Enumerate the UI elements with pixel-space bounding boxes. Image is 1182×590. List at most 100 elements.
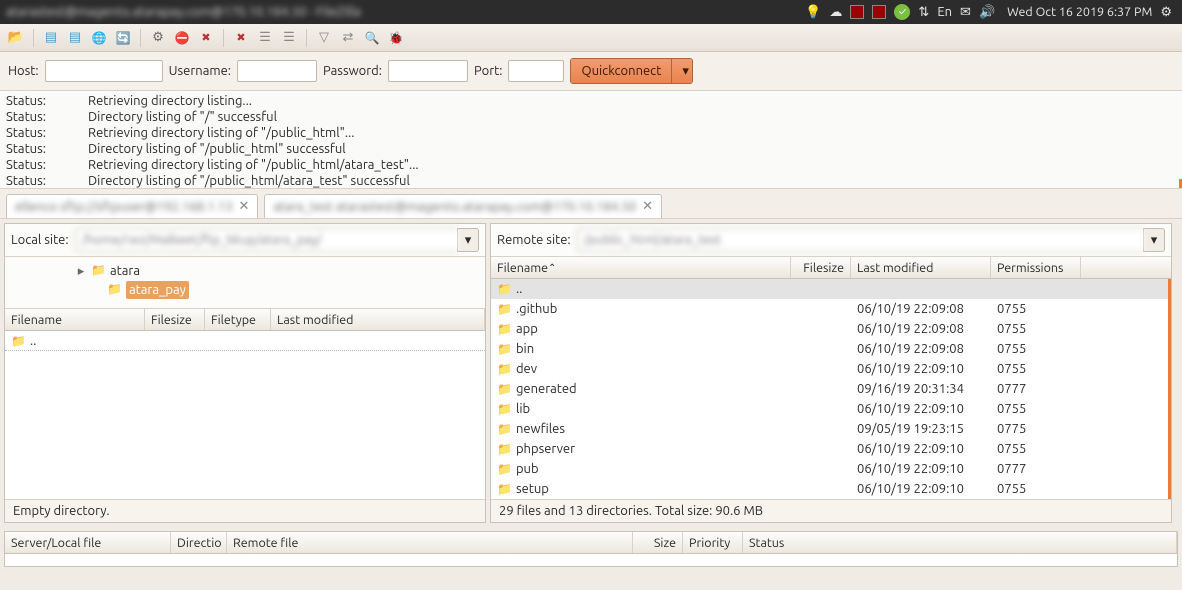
list-item[interactable]: .. [5, 331, 485, 351]
tray-network-icon[interactable]: ⇅ [918, 5, 929, 20]
close-icon[interactable]: ✕ [239, 199, 250, 214]
folder-icon [497, 422, 512, 436]
remote-site-label: Remote site: [497, 233, 571, 247]
col-direction[interactable]: Directio [171, 532, 227, 553]
refresh-button[interactable] [113, 28, 133, 48]
system-menubar: atarastest@magento.atarapay.com@170.10.1… [0, 0, 1182, 24]
folder-icon [497, 382, 512, 396]
disconnect-button[interactable] [196, 28, 216, 48]
list-item[interactable]: pub06/10/19 22:09:100777 [491, 459, 1171, 479]
local-pane: Local site: ▾ ▸atara atara_pay Filename … [4, 223, 486, 523]
list-item[interactable]: .github06/10/19 22:09:080755 [491, 299, 1171, 319]
process-queue-button[interactable] [148, 28, 168, 48]
col-filesize[interactable]: Filesize [791, 257, 851, 278]
col-status[interactable]: Status [743, 532, 1177, 553]
tray-mail-icon[interactable]: ✉ [960, 5, 971, 20]
local-path-dropdown[interactable]: ▾ [457, 228, 479, 252]
tree-item[interactable]: atara [110, 262, 140, 280]
local-tree[interactable]: ▸atara atara_pay [5, 257, 485, 309]
col-priority[interactable]: Priority [683, 532, 743, 553]
tray-gear-icon[interactable]: ⚙ [1160, 5, 1172, 20]
remote-file-list[interactable]: ...github06/10/19 22:09:080755app06/10/1… [491, 279, 1171, 499]
local-status: Empty directory. [5, 499, 485, 522]
tray-indicator-1[interactable] [850, 5, 864, 19]
remote-status: 29 files and 13 directories. Total size:… [491, 499, 1171, 522]
list-item[interactable]: newfiles09/05/19 19:23:150775 [491, 419, 1171, 439]
message-log[interactable]: Status:Retrieving directory listing... S… [0, 91, 1182, 189]
quickconnect-dropdown[interactable]: ▾ [671, 59, 692, 83]
search-button[interactable] [362, 28, 382, 48]
cancel-button[interactable] [172, 28, 192, 48]
port-label: Port: [474, 64, 502, 78]
col-remote[interactable]: Remote file [227, 532, 633, 553]
remote-list-header: Filename Filesize Last modified Permissi… [491, 257, 1171, 279]
folder-icon [497, 482, 512, 496]
list-item[interactable]: .. [491, 279, 1171, 299]
filelist-button[interactable] [255, 28, 275, 48]
list-item[interactable]: app06/10/19 22:09:080755 [491, 319, 1171, 339]
col-filesize[interactable]: Filesize [145, 309, 205, 330]
tray-datetime[interactable]: Wed Oct 16 2019 6:37 PM [1007, 5, 1152, 19]
col-filetype[interactable]: Filetype [205, 309, 271, 330]
local-path-input[interactable] [75, 228, 457, 252]
list-item[interactable]: phpserver06/10/19 22:09:100755 [491, 439, 1171, 459]
col-permissions[interactable]: Permissions [991, 257, 1081, 278]
col-size[interactable]: Size [633, 532, 683, 553]
tray-bulb-icon[interactable]: 💡 [805, 5, 821, 20]
transfer-queue: Server/Local file Directio Remote file S… [4, 531, 1178, 567]
tray-cloud-icon[interactable]: ☁ [829, 5, 842, 20]
list-item[interactable]: generated09/16/19 20:31:340777 [491, 379, 1171, 399]
folder-icon [497, 462, 512, 476]
tree-item-selected[interactable]: atara_pay [126, 281, 189, 299]
tray-update-ok-icon[interactable]: ✓ [894, 4, 910, 20]
col-lastmod[interactable]: Last modified [271, 309, 485, 330]
host-label: Host: [8, 64, 39, 78]
port-input[interactable] [508, 60, 564, 82]
remote-pane: Remote site: ▾ Filename Filesize Last mo… [490, 223, 1172, 523]
reconnect-button[interactable] [231, 28, 251, 48]
username-input[interactable] [237, 60, 317, 82]
tray-indicator-2[interactable] [872, 5, 886, 19]
filter-button[interactable] [314, 28, 334, 48]
quickconnect-bar: Host: Username: Password: Port: Quickcon… [0, 52, 1182, 91]
password-input[interactable] [388, 60, 468, 82]
list-item[interactable]: dev06/10/19 22:09:100755 [491, 359, 1171, 379]
password-label: Password: [323, 64, 382, 78]
folder-icon [497, 282, 512, 296]
toggle-log-button[interactable] [41, 28, 61, 48]
list-item[interactable]: lib06/10/19 22:09:100755 [491, 399, 1171, 419]
connection-tab-1[interactable]: ellenco sftp://sftpuser@192.168.1.13 ✕ [6, 194, 258, 218]
col-lastmod[interactable]: Last modified [851, 257, 991, 278]
toggle-tree-button[interactable] [65, 28, 85, 48]
list-item[interactable]: setup06/10/19 22:09:100755 [491, 479, 1171, 499]
connection-tabs: ellenco sftp://sftpuser@192.168.1.13 ✕ a… [0, 189, 1182, 219]
window-title: atarastest@magento.atarapay.com@170.10.1… [6, 5, 361, 19]
folder-icon [497, 362, 512, 376]
host-input[interactable] [45, 60, 163, 82]
username-label: Username: [169, 64, 231, 78]
list-item[interactable]: bin06/10/19 22:09:080755 [491, 339, 1171, 359]
toggle-queue-button[interactable] [89, 28, 109, 48]
col-filename[interactable]: Filename [5, 309, 145, 330]
local-site-label: Local site: [11, 233, 69, 247]
dirlist-button[interactable] [279, 28, 299, 48]
connection-tab-2[interactable]: atara_test atarastest@magento.atarapay.c… [264, 194, 662, 218]
compare-button[interactable] [338, 28, 358, 48]
folder-icon [497, 442, 512, 456]
local-file-list[interactable]: .. [5, 331, 485, 499]
bookmark-button[interactable] [386, 28, 406, 48]
folder-icon [11, 334, 26, 348]
tray-volume-icon[interactable]: 🔊 [979, 5, 995, 20]
main-toolbar [0, 24, 1182, 52]
remote-path-input[interactable] [577, 228, 1143, 252]
quickconnect-button[interactable]: Quickconnect [571, 59, 671, 83]
tray-language[interactable]: En [937, 5, 952, 19]
site-manager-button[interactable] [6, 28, 26, 48]
local-list-header: Filename Filesize Filetype Last modified [5, 309, 485, 331]
col-filename[interactable]: Filename [491, 257, 791, 278]
remote-path-dropdown[interactable]: ▾ [1143, 228, 1165, 252]
folder-icon [497, 302, 512, 316]
col-server[interactable]: Server/Local file [5, 532, 171, 553]
close-icon[interactable]: ✕ [642, 199, 653, 214]
folder-icon [497, 402, 512, 416]
